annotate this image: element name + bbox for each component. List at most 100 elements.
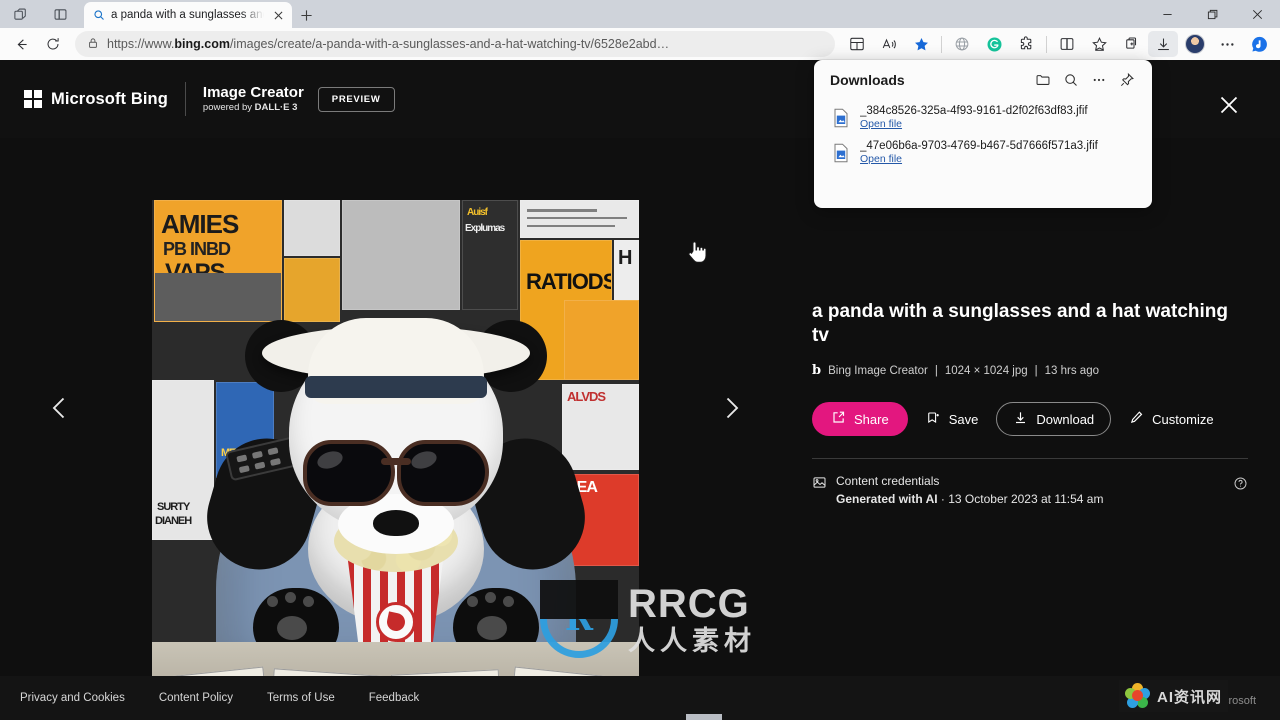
vertical-tabs-icon[interactable] <box>40 0 80 28</box>
ai-news-watermark: AI资讯网 <box>1118 680 1228 712</box>
favorites-star-icon[interactable] <box>906 31 936 57</box>
chevron-left-icon[interactable] <box>37 385 83 431</box>
toolbar-divider-2 <box>1046 35 1047 53</box>
share-button[interactable]: Share <box>812 402 908 436</box>
save-label: Save <box>948 411 979 427</box>
image-dimensions: 1024 × 1024 jpg <box>944 364 1028 377</box>
meta-separator-1: | <box>934 364 938 377</box>
share-icon <box>831 410 846 428</box>
fedora-hat-band <box>304 376 487 398</box>
image-metadata: b Bing Image Creator | 1024 × 1024 jpg |… <box>812 363 1248 378</box>
split-screen-icon[interactable] <box>842 31 872 57</box>
sunglasses-left-lens <box>302 440 395 506</box>
collections-icon[interactable] <box>1084 31 1114 57</box>
download-file-name: _47e06b6a-9703-4769-b467-5d7666f571a3.jf… <box>860 140 1098 152</box>
sunglasses-right-lens <box>396 440 489 506</box>
window-controls <box>1145 0 1280 28</box>
refresh-icon[interactable] <box>38 31 68 57</box>
tab-actions-icon[interactable] <box>0 0 40 28</box>
url-scheme: https://www. <box>107 37 175 51</box>
minimize-button[interactable] <box>1145 0 1190 28</box>
open-file-link[interactable]: Open file <box>860 153 1098 165</box>
close-icon[interactable] <box>1212 88 1246 122</box>
detail-divider <box>812 458 1248 459</box>
settings-more-icon[interactable] <box>1212 31 1242 57</box>
footer-link-terms[interactable]: Terms of Use <box>267 692 335 704</box>
content-credentials-detail: Generated with AI · 13 October 2023 at 1… <box>836 492 1104 506</box>
back-arrow-icon[interactable] <box>6 31 36 57</box>
preview-badge: PREVIEW <box>317 86 395 112</box>
grammarly-icon[interactable] <box>979 31 1009 57</box>
download-file-name: _384c8526-325a-4f93-9161-d2f02f63df83.jf… <box>860 105 1088 117</box>
header-divider <box>184 82 186 116</box>
image-age: 13 hrs ago <box>1044 364 1099 377</box>
puzzle-extension-icon[interactable] <box>1011 31 1041 57</box>
downloads-icon[interactable] <box>1148 31 1178 57</box>
rrcg-watermark-cn: 人人素材 <box>628 625 756 656</box>
profile-avatar[interactable] <box>1180 31 1210 57</box>
sunglasses-bridge <box>380 458 411 465</box>
taskbar-peek <box>686 714 722 720</box>
open-folder-icon[interactable] <box>1030 67 1056 93</box>
microsoft-bing-logo[interactable]: Microsoft Bing <box>24 90 168 109</box>
panda-nose <box>372 510 419 536</box>
browser-tab-active[interactable]: a panda with a sunglasses and a <box>84 2 292 28</box>
url-domain: bing.com <box>174 37 230 51</box>
lock-icon <box>87 37 99 52</box>
customize-pen-icon <box>1129 410 1144 428</box>
browser-toolbar: https://www.bing.com/images/create/a-pan… <box>0 28 1280 60</box>
customize-button[interactable]: Customize <box>1119 402 1223 436</box>
content-credentials-icon <box>812 475 827 495</box>
image-viewer-stage: AMIES PB INBD VAPS Auisf Explumas <box>0 138 800 720</box>
address-bar[interactable]: https://www.bing.com/images/create/a-pan… <box>75 31 835 57</box>
address-bar-url: https://www.bing.com/images/create/a-pan… <box>107 37 669 51</box>
browser-window: a panda with a sunglasses and a https://… <box>0 0 1280 720</box>
popcorn-bucket-logo <box>375 602 416 642</box>
save-icon <box>926 410 941 428</box>
tab-close-button[interactable] <box>270 7 286 23</box>
search-icon[interactable] <box>1058 67 1084 93</box>
brand-name: Microsoft Bing <box>51 89 168 108</box>
flower-logo-icon <box>1124 683 1151 709</box>
download-arrow-icon <box>1013 410 1028 428</box>
content-credentials: Content credentials Generated with AI · … <box>812 474 1248 506</box>
add-to-collection-icon[interactable] <box>1116 31 1146 57</box>
toolbar-divider <box>941 35 942 53</box>
product-title: Image Creator <box>202 84 304 101</box>
ai-news-watermark-text: AI资讯网 <box>1156 688 1222 706</box>
maximize-restore-button[interactable] <box>1190 0 1235 28</box>
download-item[interactable]: _47e06b6a-9703-4769-b467-5d7666f571a3.jf… <box>814 135 1152 170</box>
download-button[interactable]: Download <box>996 402 1112 436</box>
download-label: Download <box>1036 411 1095 427</box>
close-window-button[interactable] <box>1235 0 1280 28</box>
product-name-block: Image Creator powered by DALL·E 3 <box>203 84 304 114</box>
meta-separator-2: | <box>1034 364 1038 377</box>
rrcg-watermark: R RRCG 人人素材 <box>540 580 756 658</box>
rrcg-mark-icon: R <box>540 580 618 658</box>
chevron-right-icon[interactable] <box>708 385 754 431</box>
jfif-file-icon <box>832 143 850 163</box>
footer-link-content-policy[interactable]: Content Policy <box>159 692 233 704</box>
extension-globe-icon[interactable] <box>947 31 977 57</box>
open-file-link[interactable]: Open file <box>860 118 1088 130</box>
downloads-flyout: Downloads _384c8526-325a-4f93-9161-d2f02… <box>814 60 1152 208</box>
page-footer: Privacy and Cookies Content Policy Terms… <box>0 676 1280 720</box>
content-credentials-title: Content credentials <box>836 474 940 488</box>
more-options-icon[interactable] <box>1086 67 1112 93</box>
rrcg-watermark-en: RRCG <box>628 581 750 626</box>
search-icon <box>93 9 105 21</box>
browser-split-icon[interactable] <box>1052 31 1082 57</box>
footer-link-feedback[interactable]: Feedback <box>369 692 420 704</box>
jfif-file-icon <box>832 108 850 128</box>
page-title: a panda with a sunglasses and a hat watc… <box>812 301 1228 346</box>
pin-icon[interactable] <box>1114 67 1140 93</box>
new-tab-button[interactable] <box>292 2 320 28</box>
downloads-title: Downloads <box>830 72 905 88</box>
product-subtitle: powered by DALL·E 3 <box>202 102 298 113</box>
copilot-icon[interactable] <box>1244 31 1274 57</box>
help-circle-icon[interactable] <box>1233 476 1248 496</box>
save-button[interactable]: Save <box>916 402 989 436</box>
footer-link-privacy[interactable]: Privacy and Cookies <box>20 692 125 704</box>
read-aloud-icon[interactable] <box>874 31 904 57</box>
download-item[interactable]: _384c8526-325a-4f93-9161-d2f02f63df83.jf… <box>814 100 1152 135</box>
